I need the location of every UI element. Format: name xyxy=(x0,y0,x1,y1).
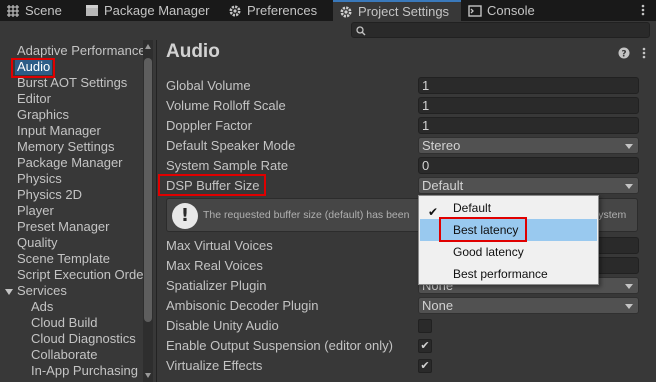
svg-text:?: ? xyxy=(621,50,626,60)
option-label: Good latency xyxy=(453,245,524,259)
enable-output-suspension-label: Enable Output Suspension (editor only) xyxy=(166,338,393,353)
highlight-box-dsp-buffer-size xyxy=(158,174,266,196)
scrollbar-thumb[interactable] xyxy=(144,58,152,322)
tab-label: Scene xyxy=(25,3,62,18)
sidebar-item-script-execution-order[interactable]: Script Execution Order xyxy=(17,267,148,283)
chevron-down-icon xyxy=(625,184,633,189)
ambisonic-decoder-plugin-label: Ambisonic Decoder Plugin xyxy=(166,298,319,313)
tab-label: Project Settings xyxy=(358,4,450,19)
tab-preferences[interactable]: Preferences xyxy=(222,0,329,21)
tab-bar: Scene Package Manager Preferences Projec… xyxy=(0,0,656,21)
gear-icon xyxy=(339,5,353,19)
popup-option-good-latency[interactable]: Good latency xyxy=(420,241,597,263)
sidebar-item-services[interactable]: Services xyxy=(17,283,67,299)
tab-label: Console xyxy=(487,3,535,18)
system-sample-rate-field[interactable]: 0 xyxy=(418,157,639,174)
warning-text: The requested buffer size (default) has … xyxy=(203,209,410,221)
sidebar-item-editor[interactable]: Editor xyxy=(17,91,51,107)
doppler-factor-label: Doppler Factor xyxy=(166,118,252,133)
dsp-buffer-size-dropdown[interactable]: Default xyxy=(418,177,639,194)
highlight-box-best-latency xyxy=(439,217,527,242)
tab-package-manager[interactable]: Package Manager xyxy=(79,0,220,21)
sidebar-item-physics-2d[interactable]: Physics 2D xyxy=(17,187,82,203)
header-icons: ? xyxy=(618,46,650,60)
enable-output-suspension-checkbox[interactable]: ✔ xyxy=(418,339,432,353)
sidebar-item-graphics[interactable]: Graphics xyxy=(17,107,69,123)
kebab-menu-icon[interactable] xyxy=(636,3,650,17)
dropdown-value: None xyxy=(422,298,454,313)
checkmark-icon: ✔ xyxy=(420,340,430,352)
sidebar-item-ads[interactable]: Ads xyxy=(31,299,53,315)
disable-unity-audio-checkbox[interactable] xyxy=(418,319,432,333)
sidebar-item-cloud-diagnostics[interactable]: Cloud Diagnostics xyxy=(31,331,136,347)
console-icon xyxy=(468,4,482,18)
dropdown-value: Stereo xyxy=(422,138,461,153)
global-volume-label: Global Volume xyxy=(166,78,251,93)
settings-sidebar: Adaptive Performance Audio Burst AOT Set… xyxy=(0,40,155,382)
package-icon xyxy=(85,4,99,18)
chevron-down-icon xyxy=(625,304,633,309)
search-icon xyxy=(356,25,366,36)
volume-rolloff-scale-field[interactable]: 1 xyxy=(418,97,639,114)
sidebar-item-in-app-purchasing[interactable]: In-App Purchasing xyxy=(31,363,138,379)
sidebar-item-physics[interactable]: Physics xyxy=(17,171,62,187)
system-sample-rate-label: System Sample Rate xyxy=(166,158,289,173)
popup-option-default[interactable]: ✔ Default xyxy=(420,197,597,219)
help-icon[interactable]: ? xyxy=(618,46,650,60)
chevron-down-icon xyxy=(625,144,633,149)
panel-divider[interactable] xyxy=(156,40,157,382)
highlight-box-audio xyxy=(11,58,55,78)
option-label: Best performance xyxy=(453,267,548,281)
tab-console[interactable]: Console xyxy=(462,0,542,21)
tab-label: Preferences xyxy=(247,3,318,18)
sidebar-item-collaborate[interactable]: Collaborate xyxy=(31,347,98,363)
default-speaker-mode-label: Default Speaker Mode xyxy=(166,138,296,153)
gear-icon xyxy=(228,4,242,18)
expand-arrow-icon[interactable] xyxy=(5,289,13,295)
ambisonic-decoder-plugin-dropdown[interactable]: None xyxy=(418,297,639,314)
dropdown-value: Default xyxy=(422,178,464,193)
virtualize-effects-checkbox[interactable]: ✔ xyxy=(418,359,432,373)
tab-label: Package Manager xyxy=(104,3,210,18)
virtualize-effects-label: Virtualize Effects xyxy=(166,358,263,373)
tab-project-settings[interactable]: Project Settings xyxy=(333,0,461,21)
sidebar-item-adaptive-performance[interactable]: Adaptive Performance xyxy=(17,43,146,59)
exclamation-icon: ! xyxy=(172,203,198,229)
max-real-voices-label: Max Real Voices xyxy=(166,258,263,273)
sidebar-item-quality[interactable]: Quality xyxy=(17,235,57,251)
sidebar-item-cloud-build[interactable]: Cloud Build xyxy=(31,315,98,331)
default-speaker-mode-dropdown[interactable]: Stereo xyxy=(418,137,639,154)
page-title: Audio xyxy=(166,41,220,62)
sidebar-item-preset-manager[interactable]: Preset Manager xyxy=(17,219,110,235)
grid-icon xyxy=(6,4,20,18)
disable-unity-audio-label: Disable Unity Audio xyxy=(166,318,279,333)
tab-scene[interactable]: Scene xyxy=(0,0,70,21)
sidebar-scrollbar[interactable] xyxy=(143,40,153,382)
doppler-factor-field[interactable]: 1 xyxy=(418,117,639,134)
sidebar-item-input-manager[interactable]: Input Manager xyxy=(17,123,101,139)
sidebar-item-package-manager[interactable]: Package Manager xyxy=(17,155,123,171)
volume-rolloff-scale-label: Volume Rolloff Scale xyxy=(166,98,286,113)
chevron-down-icon xyxy=(625,284,633,289)
max-virtual-voices-label: Max Virtual Voices xyxy=(166,238,273,253)
sidebar-item-memory-settings[interactable]: Memory Settings xyxy=(17,139,115,155)
search-row xyxy=(0,21,656,40)
option-label: Default xyxy=(453,201,492,215)
global-volume-field[interactable]: 1 xyxy=(418,77,639,94)
scroll-up-icon[interactable] xyxy=(145,44,151,49)
checkmark-icon: ✔ xyxy=(420,360,430,372)
popup-option-best-performance[interactable]: Best performance xyxy=(420,263,597,285)
sidebar-item-scene-template[interactable]: Scene Template xyxy=(17,251,110,267)
search-input[interactable] xyxy=(351,22,650,38)
sidebar-item-player[interactable]: Player xyxy=(17,203,54,219)
scroll-down-icon[interactable] xyxy=(145,373,151,378)
spatializer-plugin-label: Spatializer Plugin xyxy=(166,278,267,293)
